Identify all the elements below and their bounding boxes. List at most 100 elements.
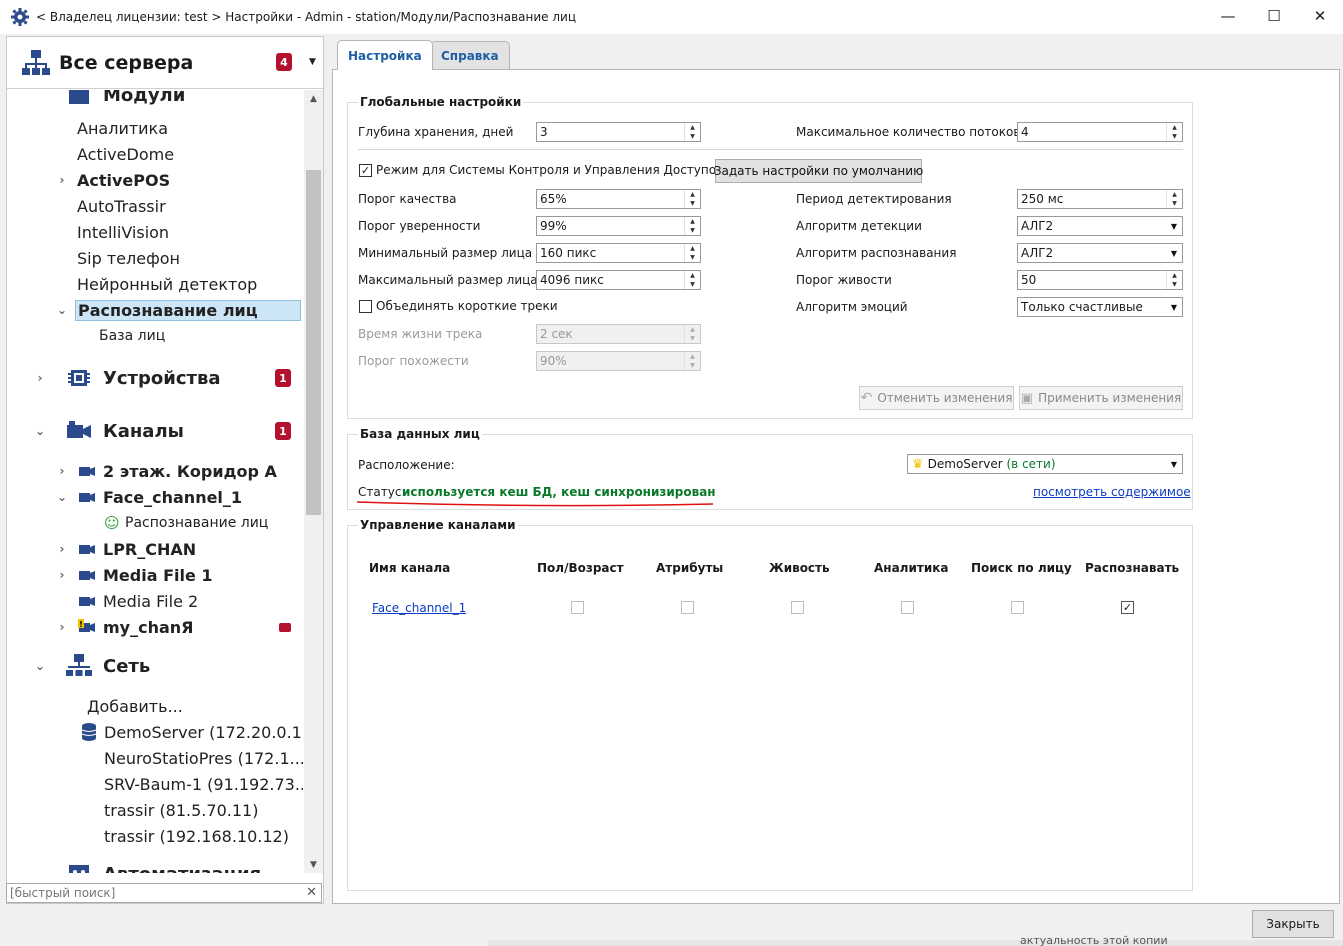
tree-item-server-demo[interactable]: DemoServer (172.20.0.1... [7,719,303,745]
tree-item-channel-corridor[interactable]: › 2 этаж. Коридор А [7,458,303,484]
recog-algo-select[interactable]: АЛГ2 ▼ [1017,243,1183,263]
chevron-right-icon[interactable]: › [55,620,69,634]
spin-down-icon[interactable]: ▼ [685,199,700,208]
chevron-down-icon[interactable]: ⌄ [33,424,47,438]
similarity-threshold-spinner[interactable]: 90% ▲ ▼ [536,351,701,371]
storage-depth-spinner[interactable]: 3 ▲ ▼ [536,122,701,142]
close-window-button[interactable]: ✕ [1297,0,1343,32]
liveness-checkbox[interactable] [791,601,804,614]
tree-item-channel-lpr[interactable]: › LPR_CHAN [7,536,303,562]
tree-item-intellivision[interactable]: IntelliVision [7,219,303,245]
scroll-up-icon[interactable]: ▲ [304,90,323,107]
tree-item-channel-media2[interactable]: Media File 2 [7,588,303,614]
min-face-size-spinner[interactable]: 160 пикс ▲ ▼ [536,243,701,263]
tree-item-face-db[interactable]: База лиц [7,323,303,349]
recognize-checkbox[interactable]: ✓ [1121,601,1134,614]
spin-down-icon[interactable]: ▼ [685,280,700,289]
spin-up-icon[interactable]: ▲ [685,190,700,199]
spin-up-icon[interactable]: ▲ [685,123,700,132]
tree-item-activedome[interactable]: ActiveDome [7,141,303,167]
max-streams-spinner[interactable]: 4 ▲ ▼ [1017,122,1183,142]
tree-item-server-trassir-1[interactable]: trassir (81.5.70.11) [7,797,303,823]
db-location-select[interactable]: ♛ DemoServer (в сети) ▼ [907,454,1183,474]
liveness-threshold-spinner[interactable]: 50 ▲ ▼ [1017,270,1183,290]
chevron-down-icon[interactable]: ⌄ [33,659,47,673]
tree-item-automation[interactable]: ⌄ Автоматизация [7,861,303,873]
apply-changes-button[interactable]: ▣ Применить изменения [1019,386,1183,410]
tree-item-server-srv-baum[interactable]: SRV-Baum-1 (91.192.73... [7,771,303,797]
max-face-size-spinner[interactable]: 4096 пикс ▲ ▼ [536,270,701,290]
tree-item-channel-mychan[interactable]: › ! my_chanЯ [7,614,303,640]
gender-age-checkbox[interactable] [571,601,584,614]
tree-item-analytics[interactable]: Аналитика [7,115,303,141]
spin-down-icon[interactable]: ▼ [685,334,700,343]
chevron-right-icon[interactable]: › [55,568,69,582]
spin-down-icon[interactable]: ▼ [1167,132,1182,141]
tree-scrollbar[interactable]: ▲ ▼ [304,90,323,873]
chevron-right-icon[interactable]: › [55,464,69,478]
spin-down-icon[interactable]: ▼ [685,361,700,370]
tree-item-channel-media1[interactable]: › Media File 1 [7,562,303,588]
chevron-down-icon[interactable]: ⌄ [55,303,69,317]
spin-down-icon[interactable]: ▼ [685,253,700,262]
spin-up-icon[interactable]: ▲ [1167,271,1182,280]
chevron-right-icon[interactable]: › [55,542,69,556]
tree-item-face-recognition[interactable]: ⌄ Распознавание лиц [7,297,303,323]
tree-item-modules[interactable]: Модули [7,90,303,108]
detect-period-spinner[interactable]: 250 мс ▲ ▼ [1017,189,1183,209]
spin-up-icon[interactable]: ▲ [685,352,700,361]
spin-up-icon[interactable]: ▲ [685,325,700,334]
merge-tracks-checkbox[interactable] [359,300,372,313]
acs-mode-checkbox[interactable]: ✓ [359,164,372,177]
emotion-algo-select[interactable]: Только счастливые ▼ [1017,297,1183,317]
close-button[interactable]: Закрыть [1252,910,1334,938]
set-defaults-button[interactable]: Задать настройки по умолчанию [714,159,923,183]
channels-alert-badge: 1 [275,422,291,440]
analytics-checkbox[interactable] [901,601,914,614]
attributes-checkbox[interactable] [681,601,694,614]
channel-name-link[interactable]: Face_channel_1 [372,601,466,615]
spin-up-icon[interactable]: ▲ [685,244,700,253]
clear-icon[interactable]: ✕ [306,885,317,900]
scroll-down-icon[interactable]: ▼ [304,856,323,873]
spin-down-icon[interactable]: ▼ [1167,280,1182,289]
tree-item-network[interactable]: ⌄ Сеть [7,653,303,679]
spin-up-icon[interactable]: ▲ [685,217,700,226]
tree-item-neural-detector[interactable]: Нейронный детектор [7,271,303,297]
tree-item-channels[interactable]: ⌄ Каналы 1 [7,418,303,444]
tree-item-channel-face[interactable]: ⌄ Face_channel_1 [7,484,303,510]
chevron-right-icon[interactable]: › [55,173,69,187]
tree-item-server-trassir-2[interactable]: trassir (192.168.10.12) [7,823,303,849]
spin-down-icon[interactable]: ▼ [1167,199,1182,208]
cancel-changes-button[interactable]: ↶ Отменить изменения [859,386,1014,410]
spin-up-icon[interactable]: ▲ [685,271,700,280]
chevron-right-icon[interactable]: › [33,371,47,385]
view-contents-link[interactable]: посмотреть содержимое [1033,485,1191,499]
spin-down-icon[interactable]: ▼ [685,226,700,235]
scroll-thumb[interactable] [306,170,321,515]
tab-settings[interactable]: Настройка [337,40,433,70]
tab-help[interactable]: Справка [430,41,510,69]
spin-up-icon[interactable]: ▲ [1167,190,1182,199]
face-search-checkbox[interactable] [1011,601,1024,614]
quick-search-input[interactable] [7,885,297,901]
chevron-down-icon[interactable]: ⌄ [33,867,47,873]
chevron-down-icon[interactable]: ▼ [309,57,316,67]
spin-up-icon[interactable]: ▲ [1167,123,1182,132]
tree-item-autotrassir[interactable]: AutoTrassir [7,193,303,219]
tree-item-devices[interactable]: › Устройства 1 [7,365,303,391]
tree-item-sip-phone[interactable]: Sip телефон [7,245,303,271]
server-selector[interactable]: Все сервера 4 ▼ [7,37,323,89]
tree-item-activepos[interactable]: › ActivePOS [7,167,303,193]
minimize-button[interactable]: — [1205,0,1251,32]
spin-down-icon[interactable]: ▼ [685,132,700,141]
confidence-threshold-spinner[interactable]: 99% ▲ ▼ [536,216,701,236]
maximize-button[interactable]: ☐ [1251,0,1297,32]
tree-item-channel-face-recognition[interactable]: ☺ Распознавание лиц [7,510,303,536]
track-life-spinner[interactable]: 2 сек ▲ ▼ [536,324,701,344]
quality-threshold-spinner[interactable]: 65% ▲ ▼ [536,189,701,209]
tree-item-server-neuro[interactable]: NeuroStatioPres (172.1... [7,745,303,771]
detect-algo-select[interactable]: АЛГ2 ▼ [1017,216,1183,236]
tree-item-network-add[interactable]: Добавить... [7,693,303,719]
chevron-down-icon[interactable]: ⌄ [55,490,69,504]
